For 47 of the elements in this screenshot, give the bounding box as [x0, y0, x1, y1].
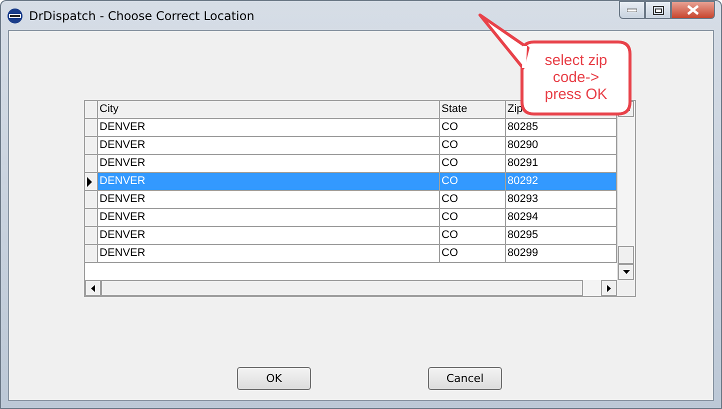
- table-cell: 80285: [505, 118, 616, 136]
- maximize-icon: [652, 6, 664, 14]
- table-cell: 80293: [505, 190, 616, 208]
- table-cell: 80299: [505, 244, 616, 262]
- table-cell: DENVER: [97, 208, 439, 226]
- window-title: DrDispatch - Choose Correct Location: [29, 8, 254, 22]
- table-cell: 80292: [505, 172, 616, 190]
- table-cell: 80294: [505, 208, 616, 226]
- table-row[interactable]: DENVER CO 80293: [85, 190, 616, 208]
- app-logo-icon: [7, 8, 23, 24]
- table-row[interactable]: DENVER CO 80294: [85, 208, 616, 226]
- table-cell: CO: [439, 172, 505, 190]
- callout-text: select zip code-> press OK: [544, 50, 608, 104]
- maximize-button[interactable]: [645, 1, 671, 19]
- table-cell: DENVER: [97, 226, 439, 244]
- table-cell: DENVER: [97, 136, 439, 154]
- table-cell: CO: [439, 190, 505, 208]
- table-row[interactable]: DENVER CO 80285: [85, 118, 616, 136]
- dialog-button[interactable]: Cancel: [428, 367, 502, 390]
- down-arrow-icon: [622, 270, 630, 274]
- table-cell: DENVER: [97, 190, 439, 208]
- table-cell: CO: [439, 208, 505, 226]
- close-button[interactable]: [671, 1, 715, 19]
- table-cell: CO: [439, 226, 505, 244]
- table-cell: CO: [439, 136, 505, 154]
- scroll-down-button[interactable]: [618, 264, 634, 280]
- table-cell: DENVER: [97, 118, 439, 136]
- scroll-right-button[interactable]: [601, 280, 617, 296]
- table-row[interactable]: DENVER CO 80295: [85, 226, 616, 244]
- table-cell: CO: [439, 244, 505, 262]
- close-icon: [687, 5, 699, 15]
- dialog-button[interactable]: OK: [237, 367, 311, 390]
- right-arrow-icon: [607, 284, 611, 292]
- table-row[interactable]: DENVER CO 80290: [85, 136, 616, 154]
- scroll-thumb[interactable]: [618, 246, 634, 264]
- table-cell: DENVER: [97, 172, 439, 190]
- table-cell: 80290: [505, 136, 616, 154]
- table-cell: DENVER: [97, 244, 439, 262]
- column-header[interactable]: State: [439, 101, 505, 118]
- column-header[interactable]: City: [97, 101, 439, 118]
- minimize-icon: [627, 8, 637, 12]
- table-cell: 80295: [505, 226, 616, 244]
- minimize-button[interactable]: [619, 1, 645, 19]
- table-cell: CO: [439, 118, 505, 136]
- left-arrow-icon: [91, 284, 95, 292]
- table-row[interactable]: DENVER CO 80299: [85, 244, 616, 262]
- scroll-left-button[interactable]: [85, 280, 101, 296]
